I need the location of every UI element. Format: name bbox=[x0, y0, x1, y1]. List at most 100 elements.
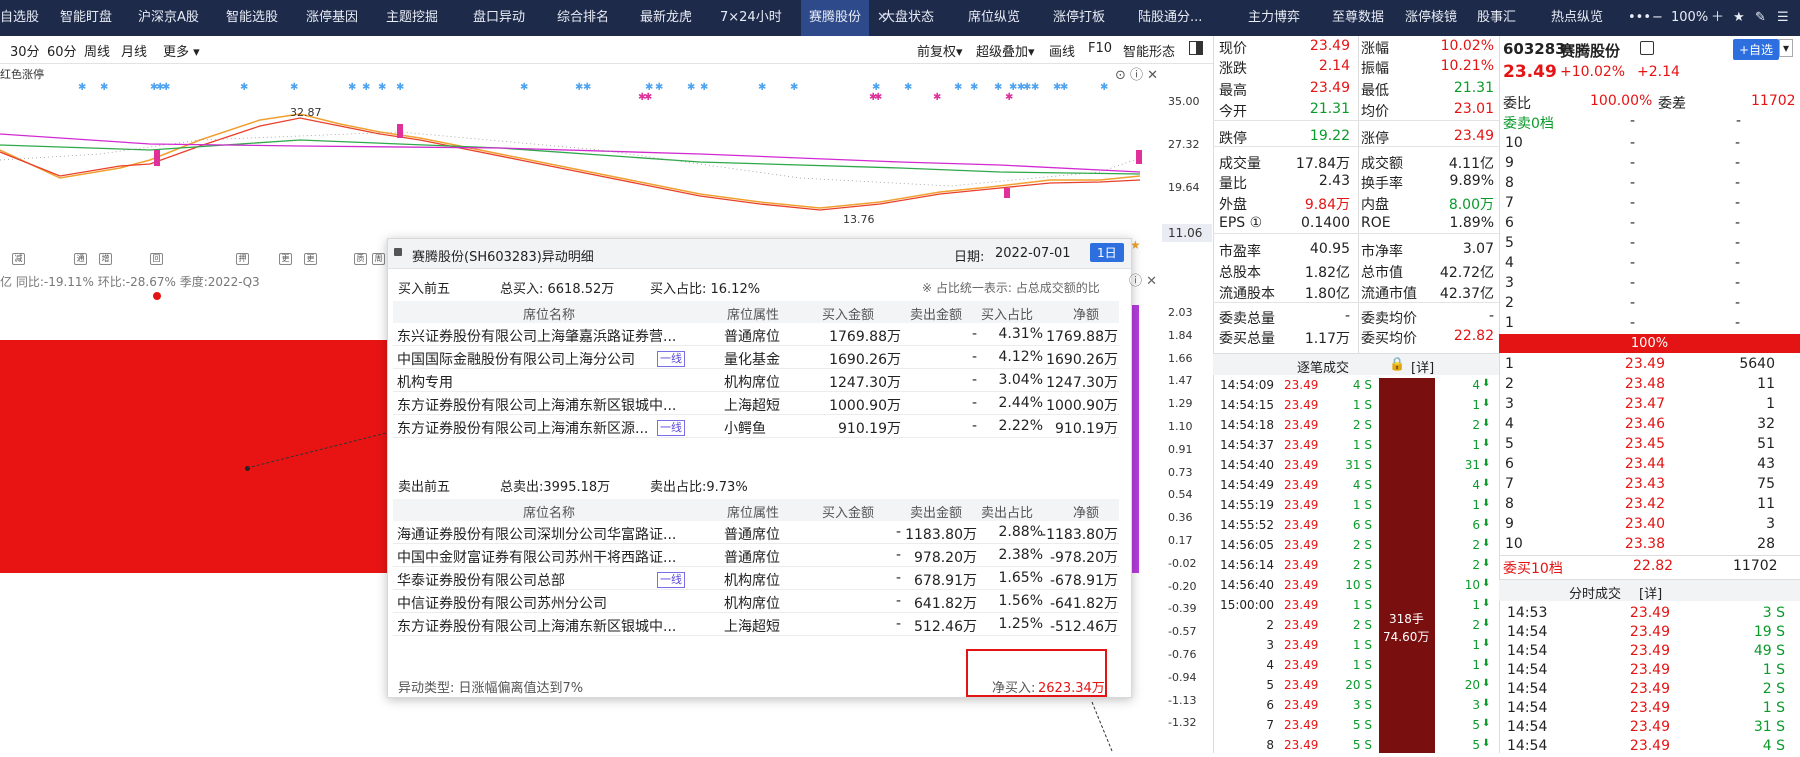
table-row[interactable]: 东方证券股份有限公司上海浦东新区源... 一线 小鳄鱼 910.19万 -2.22% 91… bbox=[393, 415, 1119, 438]
event-marker[interactable]: 回 bbox=[150, 253, 163, 265]
buy-level-row[interactable]: 5 23.45 51 bbox=[1505, 435, 1795, 455]
top-tab-9[interactable]: 7×24小时 bbox=[720, 0, 782, 36]
event-marker[interactable]: 质 bbox=[354, 253, 367, 265]
popup-controls[interactable]: ⓘ ✕ bbox=[1129, 270, 1157, 289]
buy-level-row[interactable]: 9 23.40 3 bbox=[1505, 515, 1795, 535]
table-row[interactable]: 机构专用 机构席位 1247.30万 -3.04% 1247.30万 bbox=[393, 369, 1119, 392]
sell-level-row[interactable]: 9-- bbox=[1505, 154, 1795, 174]
top-tab-10[interactable]: 赛腾股份 bbox=[801, 0, 870, 36]
zoom-out-icon[interactable]: − bbox=[1652, 0, 1663, 36]
tick-count: 1 bbox=[1472, 658, 1480, 672]
buy-level-row[interactable]: 1 23.49 5640 bbox=[1505, 355, 1795, 375]
table-row[interactable]: 中国国际金融股份有限公司上海分公司 一线 量化基金 1690.26万 -4.12% 169… bbox=[393, 346, 1119, 369]
top-tab-17[interactable]: 涨停棱镜 bbox=[1405, 0, 1457, 36]
day-button[interactable]: 1日 bbox=[1090, 243, 1124, 262]
period-30m[interactable]: 30分 bbox=[10, 41, 40, 60]
level-qty: 11 bbox=[1757, 496, 1775, 512]
sell-level-row[interactable]: 6-- bbox=[1505, 214, 1795, 234]
buy-level-row[interactable]: 4 23.46 32 bbox=[1505, 415, 1795, 435]
period-week[interactable]: 周线 bbox=[84, 41, 110, 60]
layout-toggle-icon[interactable] bbox=[1189, 41, 1203, 55]
sell-level-row[interactable]: 8-- bbox=[1505, 174, 1795, 194]
sub-axis-label: -0.39 bbox=[1168, 602, 1197, 616]
favorite-star-icon[interactable]: ★ bbox=[1733, 0, 1745, 36]
buy-level-row[interactable]: 10 23.38 28 bbox=[1505, 535, 1795, 555]
sell-level-row[interactable]: 7-- bbox=[1505, 194, 1795, 214]
event-marker[interactable]: 通 bbox=[74, 253, 87, 265]
ts-detail-link[interactable]: [详] bbox=[1639, 583, 1662, 602]
chart-controls[interactable]: ⊙ ⓘ ✕ bbox=[1115, 64, 1158, 83]
buy-level-row[interactable]: 3 23.47 1 bbox=[1505, 395, 1795, 415]
period-month[interactable]: 月线 bbox=[121, 41, 147, 60]
f10-button[interactable]: F10 bbox=[1088, 41, 1112, 56]
top-tab-18[interactable]: 股事汇 bbox=[1477, 0, 1516, 36]
sell-level-row[interactable]: 4-- bbox=[1505, 254, 1795, 274]
event-marker[interactable]: 周 bbox=[372, 253, 385, 265]
table-row[interactable]: 东方证券股份有限公司上海浦东新区银城中... 上海超短 1000.90万 -2.44%… bbox=[393, 392, 1119, 415]
event-marker[interactable]: 减 bbox=[12, 253, 25, 265]
price-axis-2: 27.32 bbox=[1168, 138, 1200, 151]
event-marker[interactable]: 押 bbox=[236, 253, 249, 265]
top-tab-1[interactable]: 智能盯盘 bbox=[60, 0, 112, 36]
period-60m[interactable]: 60分 bbox=[47, 41, 77, 60]
table-row[interactable]: 华泰证券股份有限公司总部 一线 机构席位 -678.91万 1.65% -678.91万 bbox=[393, 567, 1119, 590]
top-tab-2[interactable]: 沪深京A股 bbox=[138, 0, 199, 36]
top-tab-4[interactable]: 涨停基因 bbox=[306, 0, 358, 36]
top-tab-15[interactable]: 主力博弈 bbox=[1248, 0, 1300, 36]
level-price: 23.44 bbox=[1624, 456, 1665, 472]
scroll-indicator[interactable] bbox=[1131, 305, 1139, 573]
top-tab-11[interactable]: 大盘状态 bbox=[882, 0, 934, 36]
top-tab-3[interactable]: 智能选股 bbox=[226, 0, 278, 36]
top-tab-5[interactable]: 主题挖掘 bbox=[386, 0, 438, 36]
event-marker[interactable]: 更 bbox=[279, 253, 292, 265]
table-row[interactable]: 海通证券股份有限公司深圳分公司华富路证... 普通席位 -1183.80万 2.88%… bbox=[393, 521, 1119, 544]
smart-pattern-button[interactable]: 智能形态 bbox=[1123, 41, 1175, 60]
buy-level-row[interactable]: 8 23.42 11 bbox=[1505, 495, 1795, 515]
dropdown-icon[interactable]: ▾ bbox=[1779, 39, 1794, 57]
big-amount: 74.60万 bbox=[1383, 630, 1430, 644]
more-icon[interactable]: ••• bbox=[1628, 0, 1651, 36]
sell-level-row[interactable]: 3-- bbox=[1505, 274, 1795, 294]
sell-level-row[interactable]: 1-- bbox=[1505, 314, 1795, 334]
quote-label: 涨跌 bbox=[1219, 61, 1247, 77]
sell-level-row[interactable]: 5-- bbox=[1505, 234, 1795, 254]
tick-vol: 31 S bbox=[1345, 458, 1372, 472]
draw-line-button[interactable]: 画线 bbox=[1049, 41, 1075, 60]
table-row[interactable]: 东方证券股份有限公司上海浦东新区银城中... 上海超短 -512.46万 1.25% -… bbox=[393, 613, 1119, 636]
seat-name: 中国中金财富证券有限公司苏州干将西路证... bbox=[397, 550, 677, 566]
buy-level-row[interactable]: 2 23.48 11 bbox=[1505, 375, 1795, 395]
level-qty: 51 bbox=[1757, 436, 1775, 452]
sell-level-row[interactable]: 10- - bbox=[1505, 134, 1795, 154]
top-tab-7[interactable]: 综合排名 bbox=[557, 0, 609, 36]
table-row[interactable]: 中国中金财富证券有限公司苏州干将西路证... 普通席位 -978.20万 2.38% -… bbox=[393, 544, 1119, 567]
sell-level-row[interactable]: 2-- bbox=[1505, 294, 1795, 314]
level-num: 10 bbox=[1505, 536, 1523, 552]
top-tab-19[interactable]: 热点纵览 bbox=[1551, 0, 1603, 36]
add-watchlist-button[interactable]: +自选 bbox=[1733, 39, 1780, 60]
event-marker[interactable]: 更 bbox=[304, 253, 317, 265]
zoom-in-icon[interactable]: ＋ bbox=[1711, 0, 1724, 36]
top-tab-6[interactable]: 盘口异动 bbox=[473, 0, 525, 36]
table-row[interactable]: 东兴证券股份有限公司上海肇嘉浜路证券营... 普通席位 1769.88万 -4.31%… bbox=[393, 323, 1119, 346]
top-tab-14[interactable]: 陆股通分... bbox=[1138, 0, 1202, 36]
bell-icon[interactable] bbox=[1640, 41, 1654, 55]
tick-detail-link[interactable]: [详] bbox=[1411, 357, 1434, 376]
top-tab-8[interactable]: 最新龙虎 bbox=[640, 0, 692, 36]
down-arrow-icon: ⬇ bbox=[1482, 618, 1491, 629]
settings-icon[interactable]: ☰ bbox=[1777, 0, 1789, 36]
overlay-dropdown[interactable]: 超级叠加▾ bbox=[976, 41, 1035, 60]
table-row[interactable]: 中信证券股份有限公司苏州分公司 机构席位 -641.82万 1.56% -641.82万 bbox=[393, 590, 1119, 613]
event-marker[interactable]: 增 bbox=[99, 253, 112, 265]
top-tab-16[interactable]: 至尊数据 bbox=[1332, 0, 1384, 36]
more-dropdown[interactable]: 更多 ▾ bbox=[163, 41, 200, 60]
top-tab-13[interactable]: 涨停打板 bbox=[1053, 0, 1105, 36]
adjust-dropdown[interactable]: 前复权▾ bbox=[917, 41, 963, 60]
date-value[interactable]: 2022-07-01 bbox=[995, 246, 1071, 261]
edit-icon[interactable]: ✎ bbox=[1755, 0, 1766, 36]
tick-vol: 2 S bbox=[1352, 538, 1372, 552]
buy-level-row[interactable]: 7 23.43 75 bbox=[1505, 475, 1795, 495]
buy-level-row[interactable]: 6 23.44 43 bbox=[1505, 455, 1795, 475]
down-arrow-icon: ⬇ bbox=[1482, 438, 1491, 449]
top-tab-12[interactable]: 席位纵览 bbox=[968, 0, 1020, 36]
top-tab-0[interactable]: 自选股 bbox=[0, 0, 39, 36]
